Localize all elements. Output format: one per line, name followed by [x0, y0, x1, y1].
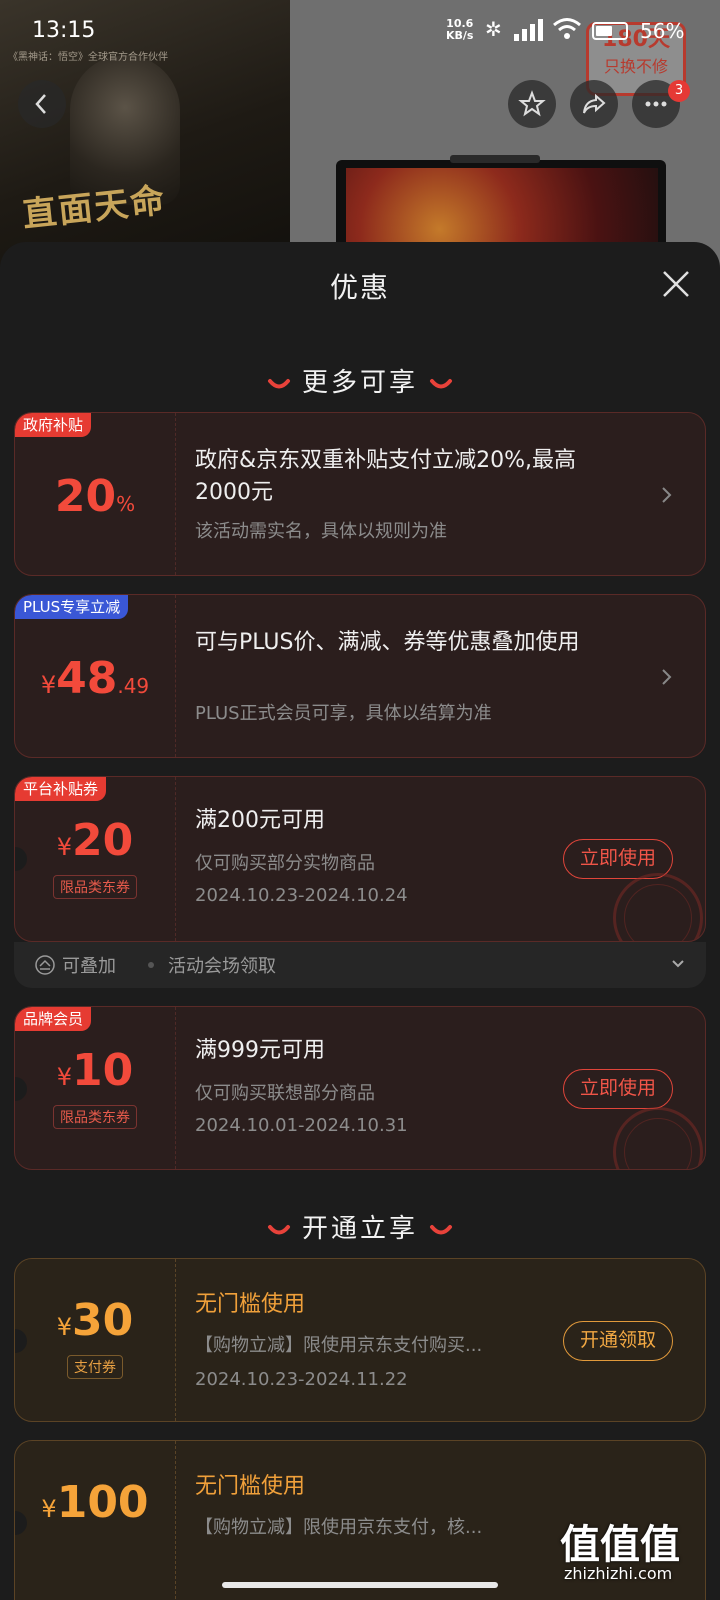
- coupon-amount: ¥20: [56, 815, 134, 866]
- coupon-amount: ¥10: [56, 1045, 134, 1096]
- use-now-button[interactable]: 立即使用: [563, 1069, 673, 1109]
- coupon-title: 满200元可用: [195, 808, 325, 833]
- coupon-validity-date: 2024.10.01-2024.10.31: [195, 1115, 408, 1136]
- back-button[interactable]: [18, 80, 66, 128]
- clock: 13:15: [32, 18, 96, 43]
- coupon-amount: 20%: [54, 471, 136, 522]
- bluetooth-icon: ✲: [485, 17, 502, 41]
- plus-discount-card[interactable]: PLUS专享立减 ¥48.49 可与PLUS价、满减、券等优惠叠加使用 PLUS…: [14, 594, 706, 758]
- stackable-label: 可叠加: [62, 956, 116, 977]
- claimed-stamp-icon: [613, 873, 703, 941]
- coupon-tag: 政府补贴: [15, 413, 92, 437]
- coupon-amount: ¥48.49: [40, 653, 150, 704]
- more-dots-icon: [645, 101, 667, 107]
- smile-decoration-icon: [267, 378, 290, 388]
- gov-subsidy-card[interactable]: 政府补贴 20% 政府&京东双重补贴支付立减20%,最高2000元 该活动需实名…: [14, 412, 706, 576]
- coupon-type-chip: 限品类东券: [15, 875, 175, 899]
- coupon-subtitle: 【购物立减】限使用京东支付，核...: [195, 1517, 483, 1538]
- battery-percent: 56%: [640, 19, 685, 43]
- coupon-tag: PLUS专享立减: [15, 595, 129, 619]
- share-icon: [583, 93, 606, 114]
- coupon-stack-info-row[interactable]: 可叠加 活动会场领取: [14, 942, 706, 988]
- section-more-title: 更多可享: [301, 368, 418, 398]
- favorite-button[interactable]: [508, 80, 556, 128]
- network-speed-unit: KB/s: [446, 29, 474, 42]
- coupon-title: 无门槛使用: [195, 1292, 306, 1317]
- platform-coupon-card: 平台补贴券 ¥20 限品类东券 满200元可用 仅可购买部分实物商品 2024.…: [14, 776, 706, 942]
- coupon-subtitle: 仅可购买联想部分商品: [195, 1083, 375, 1104]
- coupon-subtitle: PLUS正式会员可享，具体以结算为准: [195, 703, 492, 724]
- smile-decoration-icon: [430, 1224, 453, 1234]
- coupon-tag: 平台补贴券: [15, 777, 107, 801]
- battery-level: [596, 26, 612, 36]
- status-bar: 13:15 10.6 KB/s ✲ 56%: [0, 0, 720, 60]
- sheet-title: 优惠: [329, 271, 390, 304]
- section-open-title: 开通立享: [301, 1214, 418, 1244]
- coupon-title: 可与PLUS价、满减、券等优惠叠加使用: [195, 630, 580, 655]
- stack-icon: [35, 955, 55, 975]
- notification-badge: 3: [668, 80, 690, 102]
- share-button[interactable]: [570, 80, 618, 128]
- chevron-right-icon: [662, 669, 672, 685]
- chevron-left-icon: [35, 94, 46, 114]
- activate-claim-button[interactable]: 开通领取: [563, 1321, 673, 1361]
- coupon-source-label: 活动会场领取: [168, 956, 276, 977]
- watermark-url: zhizhizhi.com: [564, 1564, 673, 1583]
- tv-stand: [450, 155, 540, 163]
- battery-icon: [592, 22, 628, 40]
- signal-icon: [514, 19, 543, 41]
- smile-decoration-icon: [430, 378, 453, 388]
- network-speed: 10.6 KB/s: [446, 18, 473, 42]
- coupon-amount: ¥30: [56, 1295, 134, 1346]
- payment-coupon-card: ¥30 支付券 无门槛使用 【购物立减】限使用京东支付购买... 2024.10…: [14, 1258, 706, 1422]
- chevron-right-icon: [662, 487, 672, 503]
- coupon-title: 无门槛使用: [195, 1474, 306, 1499]
- coupon-title: 政府&京东双重补贴支付立减20%,最高2000元: [195, 448, 577, 505]
- coupon-subtitle: 【购物立减】限使用京东支付购买...: [195, 1335, 483, 1356]
- coupon-amount: ¥100: [41, 1477, 149, 1528]
- discount-sheet: 优惠 更多可享 政府补贴 20% 政府&京东双重补贴支付立减20%,最高2000…: [0, 242, 720, 1600]
- coupon-type-chip: 限品类东券: [15, 1105, 175, 1129]
- coupon-validity-date: 2024.10.23-2024.11.22: [195, 1369, 408, 1390]
- coupon-validity-date: 2024.10.23-2024.10.24: [195, 885, 408, 906]
- coupon-subtitle: 该活动需实名，具体以规则为准: [195, 521, 447, 542]
- home-indicator[interactable]: [222, 1582, 498, 1588]
- coupon-type-chip: 支付券: [15, 1355, 175, 1379]
- coupon-subtitle: 仅可购买部分实物商品: [195, 853, 375, 874]
- chevron-down-icon[interactable]: [670, 958, 686, 970]
- close-icon[interactable]: [658, 266, 694, 302]
- section-open-header: 开通立享: [0, 1208, 720, 1245]
- section-more-header: 更多可享: [0, 362, 720, 399]
- watermark-logo: 值值值: [560, 1521, 680, 1568]
- star-icon: [518, 90, 546, 117]
- smile-decoration-icon: [267, 1224, 290, 1234]
- wifi-icon: [553, 18, 581, 39]
- coupon-tag: 品牌会员: [15, 1007, 92, 1031]
- coupon-title: 满999元可用: [195, 1038, 325, 1063]
- claimed-stamp-icon: [613, 1107, 703, 1169]
- brand-member-coupon-card: 品牌会员 ¥10 限品类东券 满999元可用 仅可购买联想部分商品 2024.1…: [14, 1006, 706, 1170]
